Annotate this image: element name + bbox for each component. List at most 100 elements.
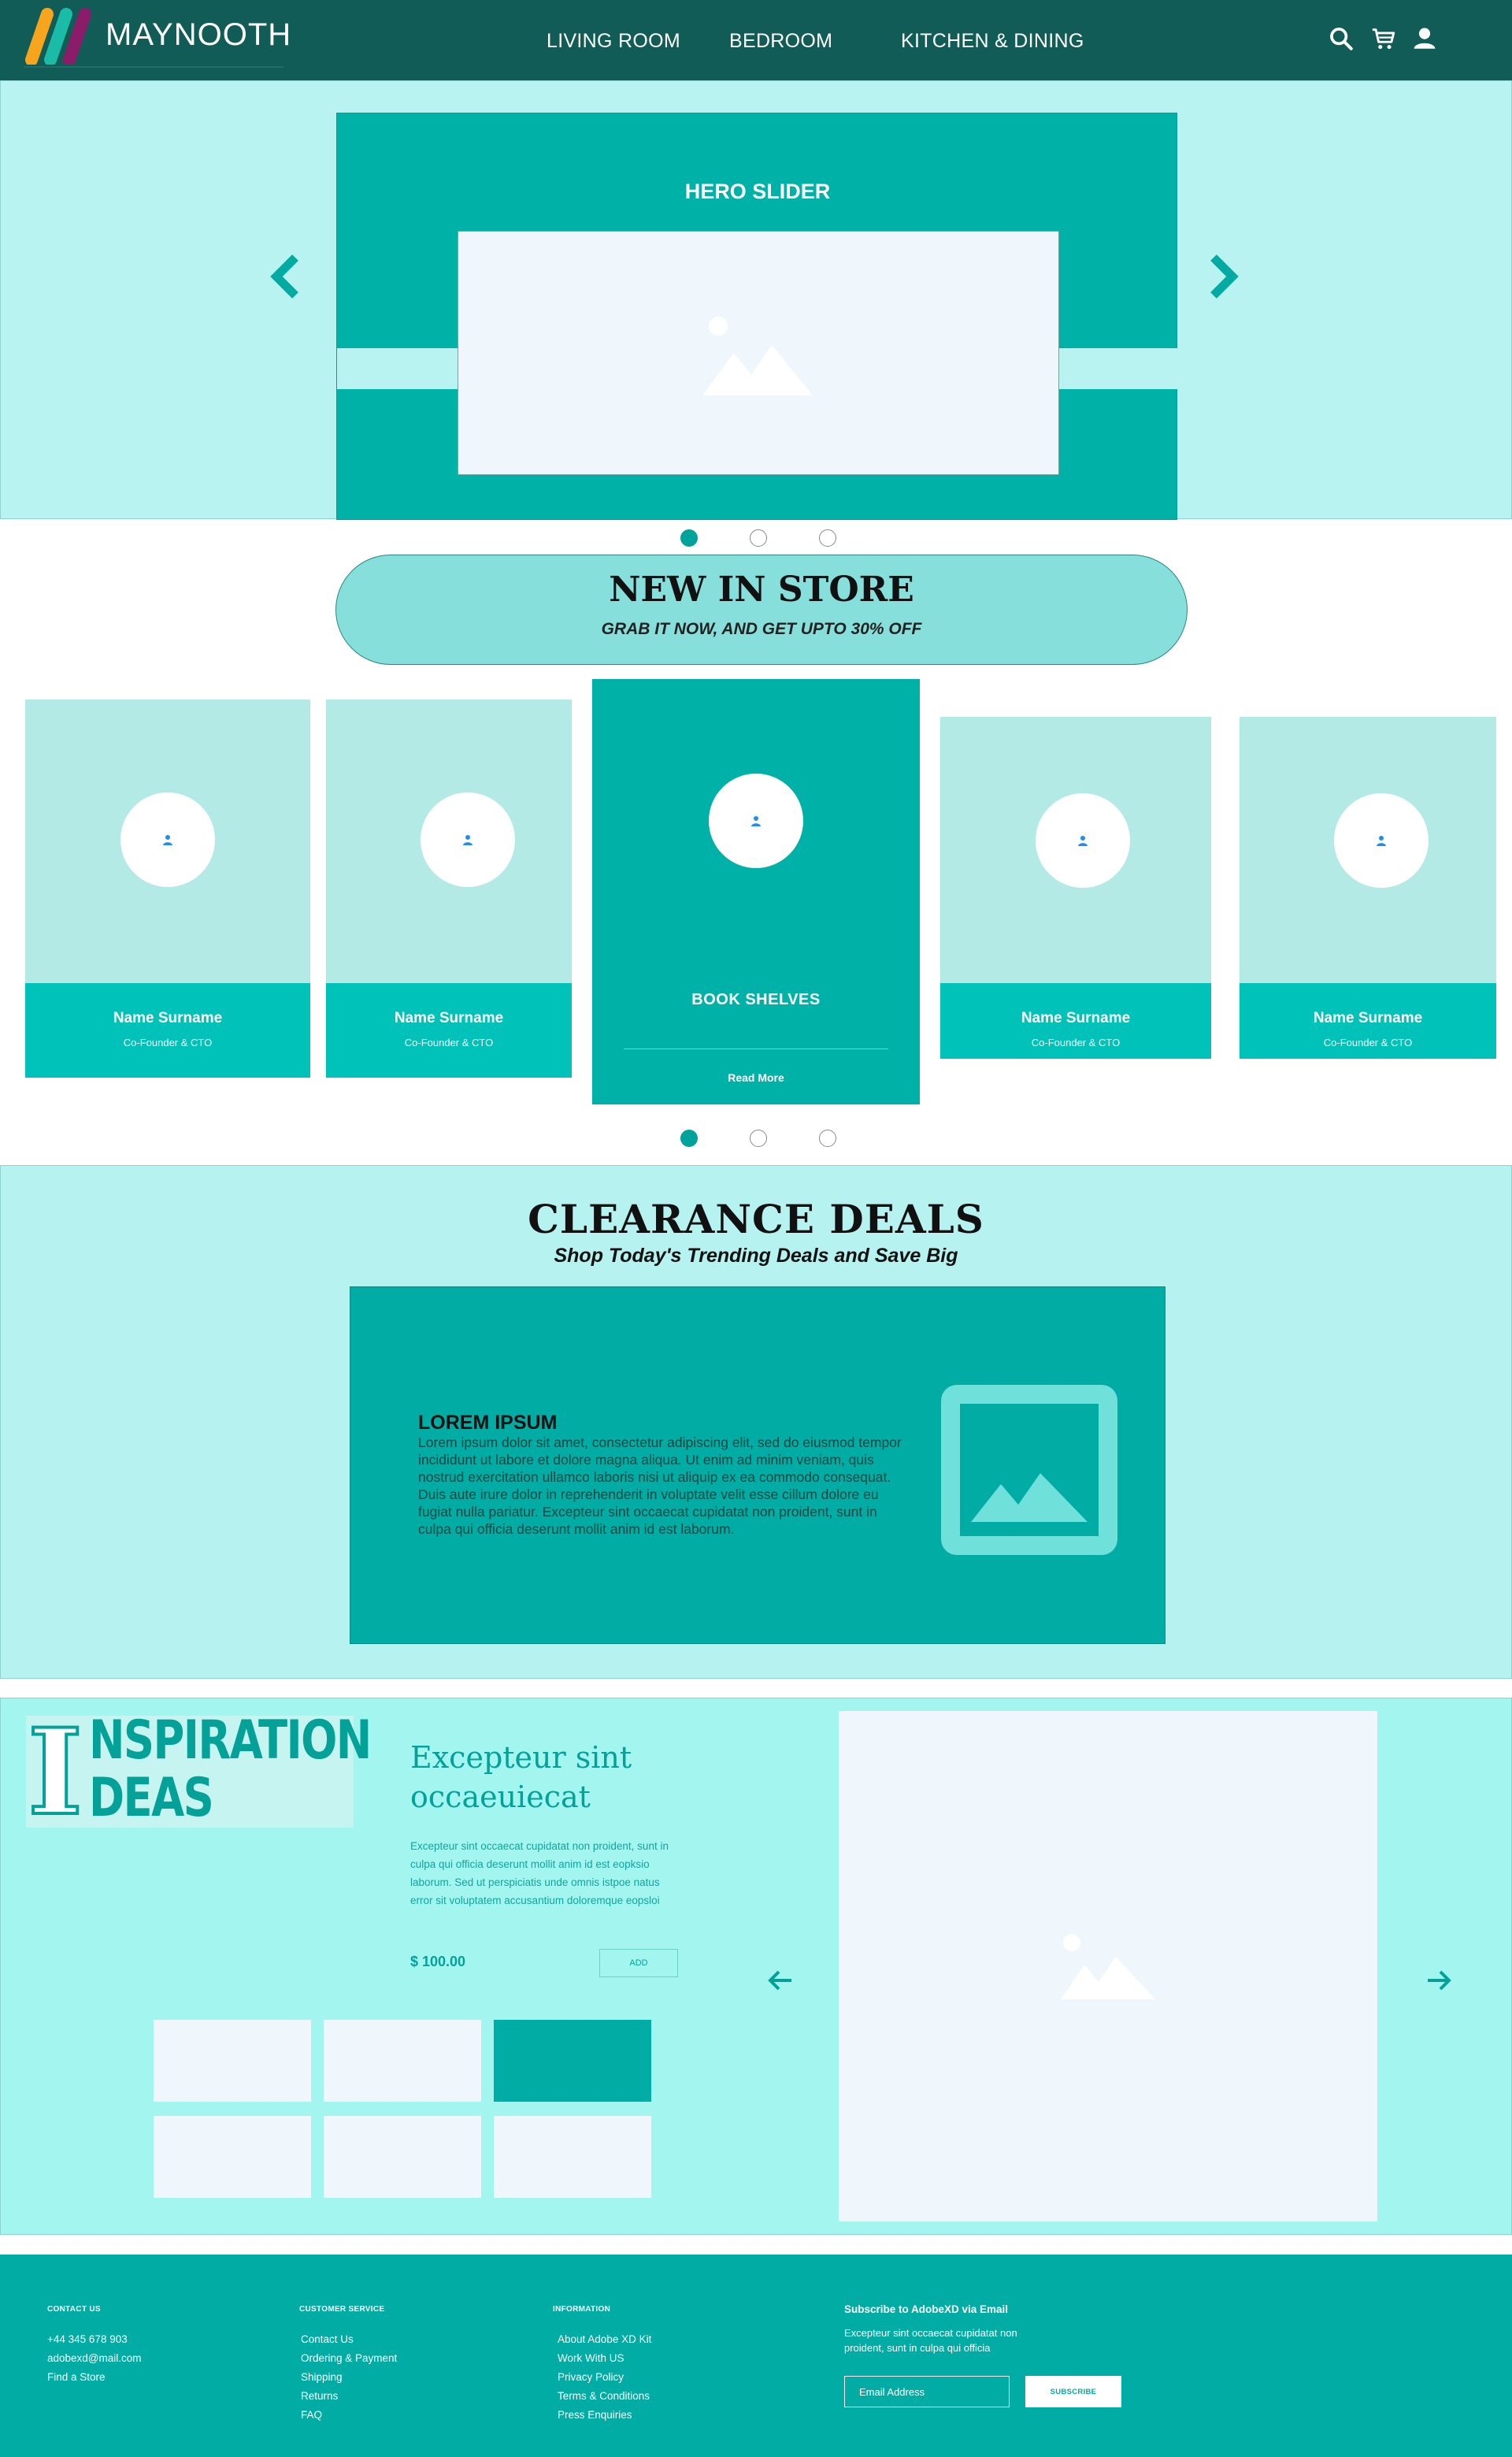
clearance-deal-card[interactable]: LOREM IPSUM Lorem ipsum dolor sit amet, … xyxy=(350,1286,1166,1644)
email-field[interactable] xyxy=(844,2376,1010,2407)
thumbnail-6[interactable] xyxy=(494,2116,651,2198)
footer-link[interactable]: Privacy Policy xyxy=(558,2368,651,2387)
user-icon xyxy=(1377,836,1386,846)
thumbnail-4[interactable] xyxy=(154,2116,311,2198)
hero-dot-1[interactable] xyxy=(680,529,698,547)
card-name: Name Surname xyxy=(1021,1010,1131,1026)
thumbnail-1[interactable] xyxy=(154,2020,311,2102)
hero-dot-3[interactable] xyxy=(819,529,836,547)
image-placeholder-icon xyxy=(971,1473,1088,1522)
card-name: Name Surname xyxy=(394,1010,504,1026)
nav-bedroom[interactable]: BEDROOM xyxy=(729,30,832,53)
inspiration-logo-line2: DEAS xyxy=(89,1767,214,1829)
footer-link[interactable]: Ordering & Payment xyxy=(301,2349,397,2368)
footer-service-heading: CUSTOMER SERVICE xyxy=(299,2305,385,2314)
footer-link[interactable]: Returns xyxy=(301,2387,397,2406)
card-role: Co-Founder & CTO xyxy=(123,1037,213,1048)
inspiration-description: Excepteur sint occaecat cupidatat non pr… xyxy=(410,1840,669,1906)
footer-link[interactable]: About Adobe XD Kit xyxy=(558,2330,651,2349)
footer-find-store[interactable]: Find a Store xyxy=(47,2368,142,2387)
hero-prev-arrow[interactable] xyxy=(267,251,303,302)
user-icon xyxy=(463,835,472,845)
footer-link[interactable]: Work With US xyxy=(558,2349,651,2368)
product-card[interactable]: Name Surname Co-Founder & CTO xyxy=(25,700,310,1078)
image-placeholder-icon xyxy=(702,317,813,395)
hero-section: HERO SLIDER xyxy=(0,80,1512,520)
card-role: Co-Founder & CTO xyxy=(404,1037,494,1048)
site-footer: CONTACT US +44 345 678 903 adobexd@mail.… xyxy=(0,2255,1512,2457)
read-more-link[interactable]: Read More xyxy=(592,1071,920,1084)
deal-body: Lorem ipsum dolor sit amet, consectetur … xyxy=(418,1434,902,1537)
featured-divider xyxy=(624,1048,888,1049)
product-card[interactable]: Name Surname Co-Founder & CTO xyxy=(940,717,1211,1059)
products-pagination xyxy=(680,1130,846,1150)
footer-service-list: Contact Us Ordering & Payment Shipping R… xyxy=(301,2330,397,2425)
footer-info-heading: INFORMATION xyxy=(553,2305,611,2314)
thumbnail-3[interactable] xyxy=(494,2020,651,2102)
user-icon[interactable] xyxy=(1411,25,1438,52)
deal-image-placeholder xyxy=(941,1385,1117,1555)
avatar xyxy=(421,792,515,887)
search-icon[interactable] xyxy=(1328,25,1354,52)
featured-product-card[interactable]: BOOK SHELVES Read More xyxy=(592,679,920,1104)
brand-divider xyxy=(24,66,284,68)
nav-living-room[interactable]: LIVING ROOM xyxy=(547,30,680,53)
brand-name[interactable]: MAYNOOTH xyxy=(106,17,291,53)
hero-title: HERO SLIDER xyxy=(684,180,831,203)
products-dot-2[interactable] xyxy=(750,1130,767,1147)
footer-contact-list: +44 345 678 903 adobexd@mail.com Find a … xyxy=(47,2330,142,2387)
thumbnail-2[interactable] xyxy=(324,2020,481,2102)
user-icon xyxy=(163,835,172,845)
arrow-left-icon[interactable] xyxy=(765,1965,796,1996)
avatar xyxy=(120,792,215,887)
footer-link[interactable]: Shipping xyxy=(301,2368,397,2387)
new-in-store-subtitle: GRAB IT NOW, AND GET UPTO 30% OFF xyxy=(601,620,922,638)
footer-info-list: About Adobe XD Kit Work With US Privacy … xyxy=(558,2330,651,2425)
products-dot-1[interactable] xyxy=(680,1130,698,1147)
image-placeholder-icon xyxy=(1061,1934,1155,1999)
avatar xyxy=(709,774,803,868)
nav-kitchen-dining[interactable]: KITCHEN & DINING xyxy=(901,30,1084,53)
add-to-cart-button[interactable]: ADD xyxy=(599,1949,678,1977)
user-icon xyxy=(1078,836,1088,846)
card-caption xyxy=(25,983,310,1078)
inspiration-image-placeholder xyxy=(839,1711,1377,2221)
footer-phone[interactable]: +44 345 678 903 xyxy=(47,2330,142,2349)
subscribe-heading: Subscribe to AdobeXD via Email xyxy=(844,2303,1009,2315)
card-name: Name Surname xyxy=(113,1010,223,1026)
cart-icon[interactable] xyxy=(1370,25,1397,52)
hero-image-placeholder xyxy=(458,231,1059,475)
avatar xyxy=(1036,793,1130,888)
deal-heading: LOREM IPSUM xyxy=(418,1412,558,1434)
footer-link[interactable]: Press Enquiries xyxy=(558,2406,651,2425)
inspiration-logo-line1: NSPIRATION xyxy=(89,1709,372,1772)
products-dot-3[interactable] xyxy=(819,1130,836,1147)
new-in-store-title: NEW IN STORE xyxy=(609,570,914,610)
footer-link[interactable]: Terms & Conditions xyxy=(558,2387,651,2406)
footer-link[interactable]: FAQ xyxy=(301,2406,397,2425)
arrow-right-icon[interactable] xyxy=(1423,1965,1455,1996)
card-name: Name Surname xyxy=(1313,1010,1423,1026)
subscribe-text: Excepteur sint occaecat cupidatat non pr… xyxy=(844,2327,1017,2354)
brand-logo[interactable] xyxy=(24,8,99,65)
footer-email[interactable]: adobexd@mail.com xyxy=(47,2349,142,2368)
new-in-store-banner: NEW IN STORE GRAB IT NOW, AND GET UPTO 3… xyxy=(335,555,1188,665)
inspiration-heading: Excepteur sint occaeuiecat xyxy=(410,1740,632,1814)
site-header: MAYNOOTH LIVING ROOM BEDROOM KITCHEN & D… xyxy=(0,0,1512,80)
thumbnail-5[interactable] xyxy=(324,2116,481,2198)
card-role: Co-Founder & CTO xyxy=(1031,1037,1121,1048)
deal-image-frame xyxy=(960,1404,1099,1536)
inspiration-logo-initial: I xyxy=(26,1703,84,1842)
clearance-section: CLEARANCE DEALS Shop Today's Trending De… xyxy=(0,1165,1512,1679)
product-card[interactable]: Name Surname Co-Founder & CTO xyxy=(326,700,572,1078)
product-card[interactable]: Name Surname Co-Founder & CTO xyxy=(1240,717,1496,1059)
featured-title: BOOK SHELVES xyxy=(691,991,821,1008)
inspiration-section: I NSPIRATION DEAS Excepteur sint occaeui… xyxy=(0,1698,1512,2235)
hero-next-arrow[interactable] xyxy=(1206,251,1242,302)
hero-dot-2[interactable] xyxy=(750,529,767,547)
user-icon xyxy=(751,816,761,826)
footer-link[interactable]: Contact Us xyxy=(301,2330,397,2349)
subscribe-button[interactable]: SUBSCRIBE xyxy=(1025,2376,1121,2407)
clearance-title: CLEARANCE DEALS xyxy=(528,1196,984,1242)
inspiration-price: $ 100.00 xyxy=(410,1954,466,1969)
